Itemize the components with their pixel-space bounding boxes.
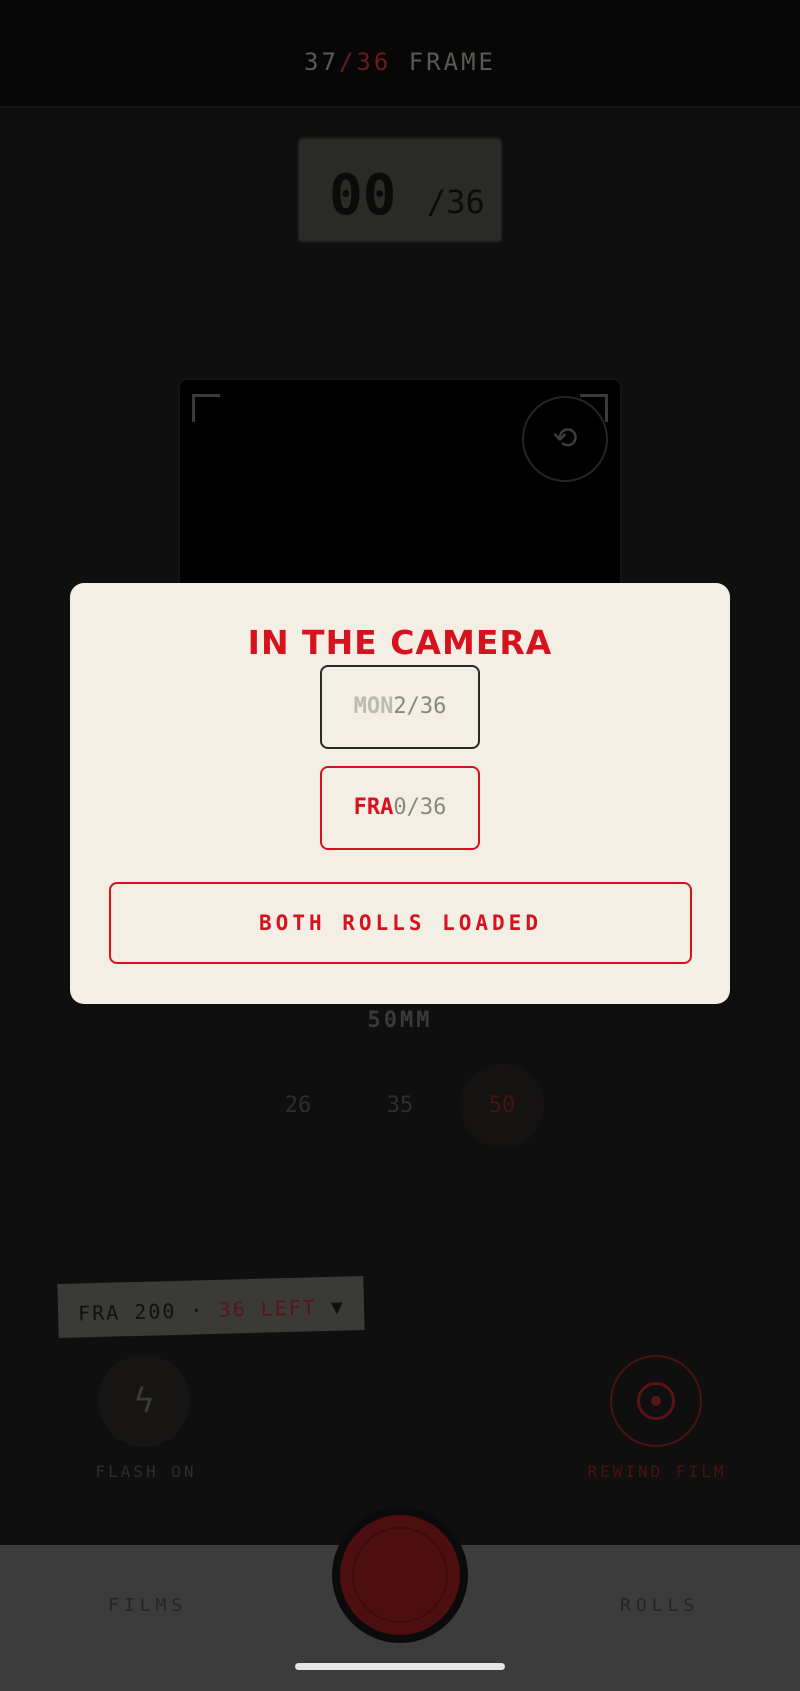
roll-selector[interactable]: FRA 200 · 36 LEFT ▼ (57, 1276, 365, 1338)
chevron-down-icon: ▼ (330, 1294, 346, 1319)
frame-label: FRAME (408, 48, 496, 76)
roll-card-fra[interactable]: FRA0/36 (320, 766, 480, 850)
header: 37/36 FRAME (0, 0, 800, 108)
film-reel-center (651, 1396, 661, 1406)
frame-counter-total: /36 (427, 183, 485, 221)
tab-rolls[interactable]: ROLLS (620, 1595, 699, 1616)
rewind-film-button[interactable] (610, 1355, 702, 1447)
in-camera-dialog: IN THE CAMERA MON2/36 FRA0/36 BOTH ROLLS… (70, 583, 730, 1004)
shot-count: 37 (304, 48, 339, 76)
frame-counter-current: 00 (329, 163, 397, 228)
flash-button[interactable]: ϟ (98, 1355, 190, 1447)
frame-counter: 00 /36 (297, 137, 503, 243)
lens-label: 50MM (367, 1008, 433, 1033)
rewind-film-label: REWIND FILM (587, 1462, 727, 1481)
frame-count-header: 37/36 FRAME (0, 48, 800, 76)
viewfinder-corner-top-left (192, 394, 220, 422)
roll-card-count: 0/36 (393, 795, 447, 820)
roll-card-mon[interactable]: MON2/36 (320, 665, 480, 749)
lens-option-26[interactable]: 26 (256, 1064, 340, 1148)
lens-option-35[interactable]: 35 (358, 1064, 442, 1148)
tab-films[interactable]: FILMS (108, 1595, 187, 1616)
lens-option-50[interactable]: 50 (460, 1064, 544, 1148)
home-indicator[interactable] (295, 1663, 505, 1670)
shutter-button-ring (352, 1527, 448, 1623)
flip-camera-button[interactable]: ⟲ (522, 396, 608, 482)
roll-card-count: 2/36 (393, 694, 447, 719)
flip-camera-icon: ⟲ (552, 421, 578, 456)
dialog-title: IN THE CAMERA (247, 623, 553, 662)
roll-card-name: MON (353, 694, 394, 719)
camera-screen: 37/36 FRAME 00 /36 ⟲ 50MM 26 35 50 FRA 2… (0, 0, 800, 1691)
total-count: 36 (356, 48, 392, 76)
flash-label: FLASH ON (95, 1462, 197, 1481)
roll-frames-left: 36 LEFT (218, 1295, 318, 1322)
both-rolls-loaded-button[interactable]: BOTH ROLLS LOADED (109, 882, 692, 964)
count-slash: / (338, 48, 357, 76)
roll-separator: · (190, 1298, 205, 1323)
roll-film-name: FRA 200 (77, 1298, 177, 1326)
flash-icon: ϟ (133, 1381, 155, 1421)
roll-card-name: FRA (353, 795, 394, 820)
